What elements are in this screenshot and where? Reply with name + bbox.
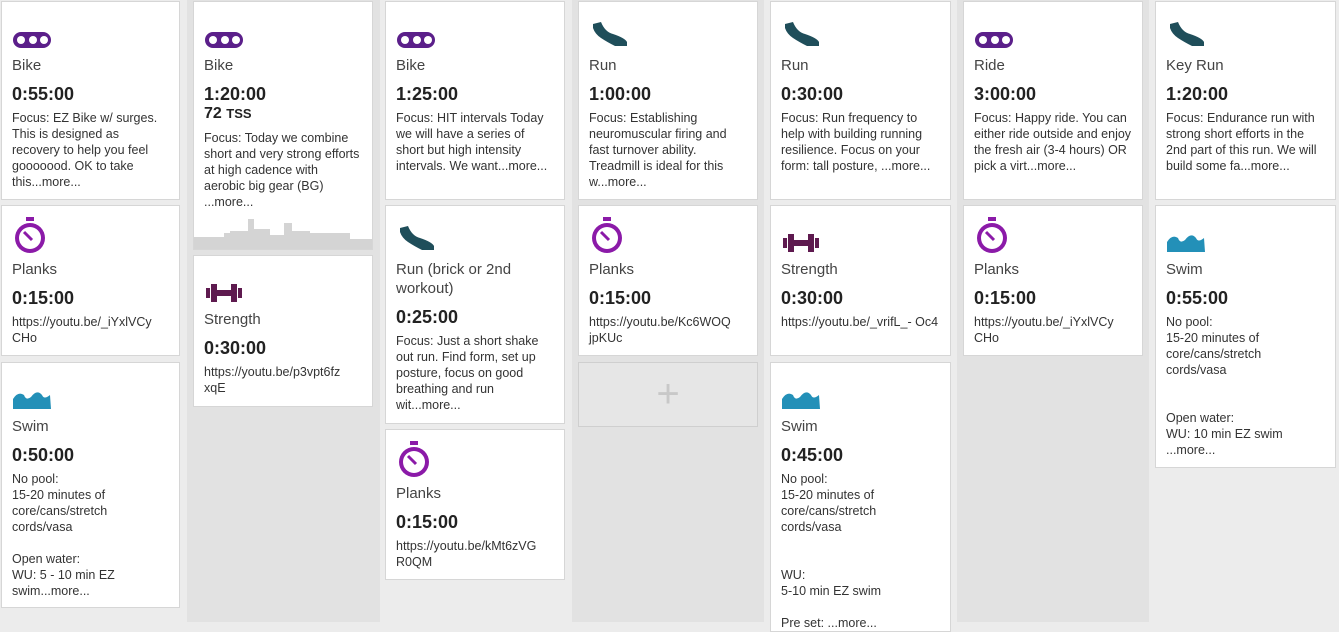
workout-description: No pool: 15-20 minutes of core/cans/stre…: [781, 472, 882, 630]
bike-chain-icon: [12, 12, 169, 48]
swim-wave-icon: [12, 373, 169, 409]
more-link[interactable]: ...more...: [31, 175, 80, 189]
workout-description: Focus: Establishing neuromuscular firing…: [589, 111, 727, 189]
workout-description: https://youtu.be/kMt6zVG R0QM: [396, 539, 537, 569]
workout-description: No pool: 15-20 minutes of core/cans/stre…: [12, 472, 115, 598]
workout-duration: 3:00:00: [974, 84, 1037, 104]
swim-wave-icon: [781, 373, 940, 409]
workout-card[interactable]: Ride 3:00:00 Focus: Happy ride. You can …: [963, 1, 1143, 200]
more-link[interactable]: ...more...: [1027, 159, 1076, 173]
workout-description: https://youtu.be/_iYxlVCy CHo: [974, 315, 1114, 345]
workout-duration: 0:45:00: [781, 445, 844, 465]
bike-chain-icon: [974, 12, 1132, 48]
workout-card[interactable]: Swim 0:45:00 No pool: 15-20 minutes of c…: [770, 362, 951, 632]
workout-duration: 0:15:00: [12, 288, 75, 308]
workout-description: Focus: EZ Bike w/ surges. This is design…: [12, 111, 158, 189]
workout-card[interactable]: Planks 0:15:00 https://youtu.be/_iYxlVCy…: [1, 205, 180, 356]
swim-wave-icon: [1166, 216, 1325, 252]
workout-duration: 0:15:00: [974, 288, 1037, 308]
dumbbell-icon: [781, 216, 940, 252]
workout-duration: 0:15:00: [589, 288, 652, 308]
workout-duration: 0:55:00: [1166, 288, 1229, 308]
more-link[interactable]: ...more...: [597, 175, 646, 189]
run-shoe-icon: [396, 216, 554, 252]
workout-description: https://youtu.be/p3vpt6fz xqE: [204, 365, 341, 395]
workout-duration: 0:15:00: [396, 512, 459, 532]
workout-card[interactable]: Run 1:00:00 Focus: Establishing neuromus…: [578, 1, 758, 200]
workout-duration: 0:30:00: [781, 84, 844, 104]
workout-title: Bike: [396, 57, 426, 74]
workout-card[interactable]: Run (brick or 2nd workout) 0:25:00 Focus…: [385, 205, 565, 424]
workout-duration: 1:20:00: [1166, 84, 1229, 104]
workout-card[interactable]: Key Run 1:20:00 Focus: Endurance run wit…: [1155, 1, 1336, 200]
workout-duration: 1:25:00: [396, 84, 459, 104]
workout-duration: 1:00:00: [589, 84, 652, 104]
more-link[interactable]: ...more...: [828, 616, 877, 630]
workout-description: No pool: 15-20 minutes of core/cans/stre…: [1166, 315, 1283, 457]
stopwatch-icon: [396, 440, 554, 477]
more-link[interactable]: ...more...: [881, 159, 930, 173]
stopwatch-icon: [974, 216, 1132, 253]
workout-title: Bike: [12, 57, 42, 74]
workout-title: Run: [781, 57, 809, 74]
workout-title: Planks: [12, 261, 58, 278]
workout-description: Focus: Endurance run with strong short e…: [1166, 111, 1317, 173]
workout-title: Key Run: [1166, 57, 1224, 74]
workout-card[interactable]: Strength 0:30:00 https://youtu.be/_vrifL…: [770, 205, 951, 356]
workout-description: Focus: Just a short shake out run. Find …: [396, 334, 539, 412]
workout-title: Run (brick or 2nd workout): [396, 261, 512, 297]
workout-title: Bike: [204, 57, 234, 74]
run-shoe-icon: [781, 12, 940, 48]
workout-description: https://youtu.be/_iYxlVCy CHo: [12, 315, 152, 345]
workout-duration: 1:20:00: [204, 84, 267, 104]
dumbbell-icon: [204, 266, 362, 302]
workout-tss: 72 TSS: [204, 105, 252, 122]
workout-card[interactable]: Bike 1:20:00 72 TSS Focus: Today we comb…: [193, 1, 373, 250]
workout-title: Swim: [781, 418, 818, 435]
bike-chain-icon: [204, 12, 362, 48]
workout-card[interactable]: Swim 0:50:00 No pool: 15-20 minutes of c…: [1, 362, 180, 608]
workout-title: Run: [589, 57, 617, 74]
more-link[interactable]: ...more...: [1240, 159, 1289, 173]
power-profile-chart: [194, 213, 372, 249]
workout-card[interactable]: Swim 0:55:00 No pool: 15-20 minutes of c…: [1155, 205, 1336, 468]
workout-card[interactable]: Strength 0:30:00 https://youtu.be/p3vpt6…: [193, 255, 373, 407]
workout-title: Planks: [589, 261, 635, 278]
workout-description: Focus: HIT intervals Today we will have …: [396, 111, 548, 173]
stopwatch-icon: [12, 216, 169, 253]
workout-card[interactable]: Planks 0:15:00 https://youtu.be/kMt6zVG …: [385, 429, 565, 580]
workout-description: Focus: Run frequency to help with buildi…: [781, 111, 931, 173]
bike-chain-icon: [396, 12, 554, 48]
workout-title: Swim: [1166, 261, 1203, 278]
workout-duration: 0:55:00: [12, 84, 75, 104]
workout-duration: 0:25:00: [396, 307, 459, 327]
add-workout-button[interactable]: +: [578, 362, 758, 427]
workout-title: Strength: [204, 311, 261, 328]
workout-card[interactable]: Bike 0:55:00 Focus: EZ Bike w/ surges. T…: [1, 1, 180, 200]
workout-title: Swim: [12, 418, 49, 435]
workout-duration: 0:30:00: [204, 338, 267, 358]
workout-duration: 0:50:00: [12, 445, 75, 465]
more-link[interactable]: ...more...: [1166, 443, 1215, 457]
run-shoe-icon: [1166, 12, 1325, 48]
workout-card[interactable]: Planks 0:15:00 https://youtu.be/Kc6WOQ j…: [578, 205, 758, 356]
more-link[interactable]: ...more...: [204, 195, 253, 209]
more-link[interactable]: ...more...: [498, 159, 547, 173]
workout-card[interactable]: Run 0:30:00 Focus: Run frequency to help…: [770, 1, 951, 200]
workout-description: Focus: Today we combine short and very s…: [204, 131, 360, 209]
workout-description: https://youtu.be/Kc6WOQ jpKUc: [589, 315, 731, 345]
workout-title: Ride: [974, 57, 1005, 74]
workout-title: Planks: [396, 485, 442, 502]
run-shoe-icon: [589, 12, 747, 48]
workout-title: Strength: [781, 261, 838, 278]
workout-duration: 0:30:00: [781, 288, 844, 308]
workout-card[interactable]: Bike 1:25:00 Focus: HIT intervals Today …: [385, 1, 565, 200]
workout-card[interactable]: Planks 0:15:00 https://youtu.be/_iYxlVCy…: [963, 205, 1143, 356]
more-link[interactable]: ...more...: [40, 584, 89, 598]
workout-description: Focus: Happy ride. You can either ride o…: [974, 111, 1132, 173]
workout-description: https://youtu.be/_vrifL_- Oc4: [781, 315, 939, 329]
more-link[interactable]: ...more...: [411, 398, 460, 412]
workout-title: Planks: [974, 261, 1020, 278]
stopwatch-icon: [589, 216, 747, 253]
